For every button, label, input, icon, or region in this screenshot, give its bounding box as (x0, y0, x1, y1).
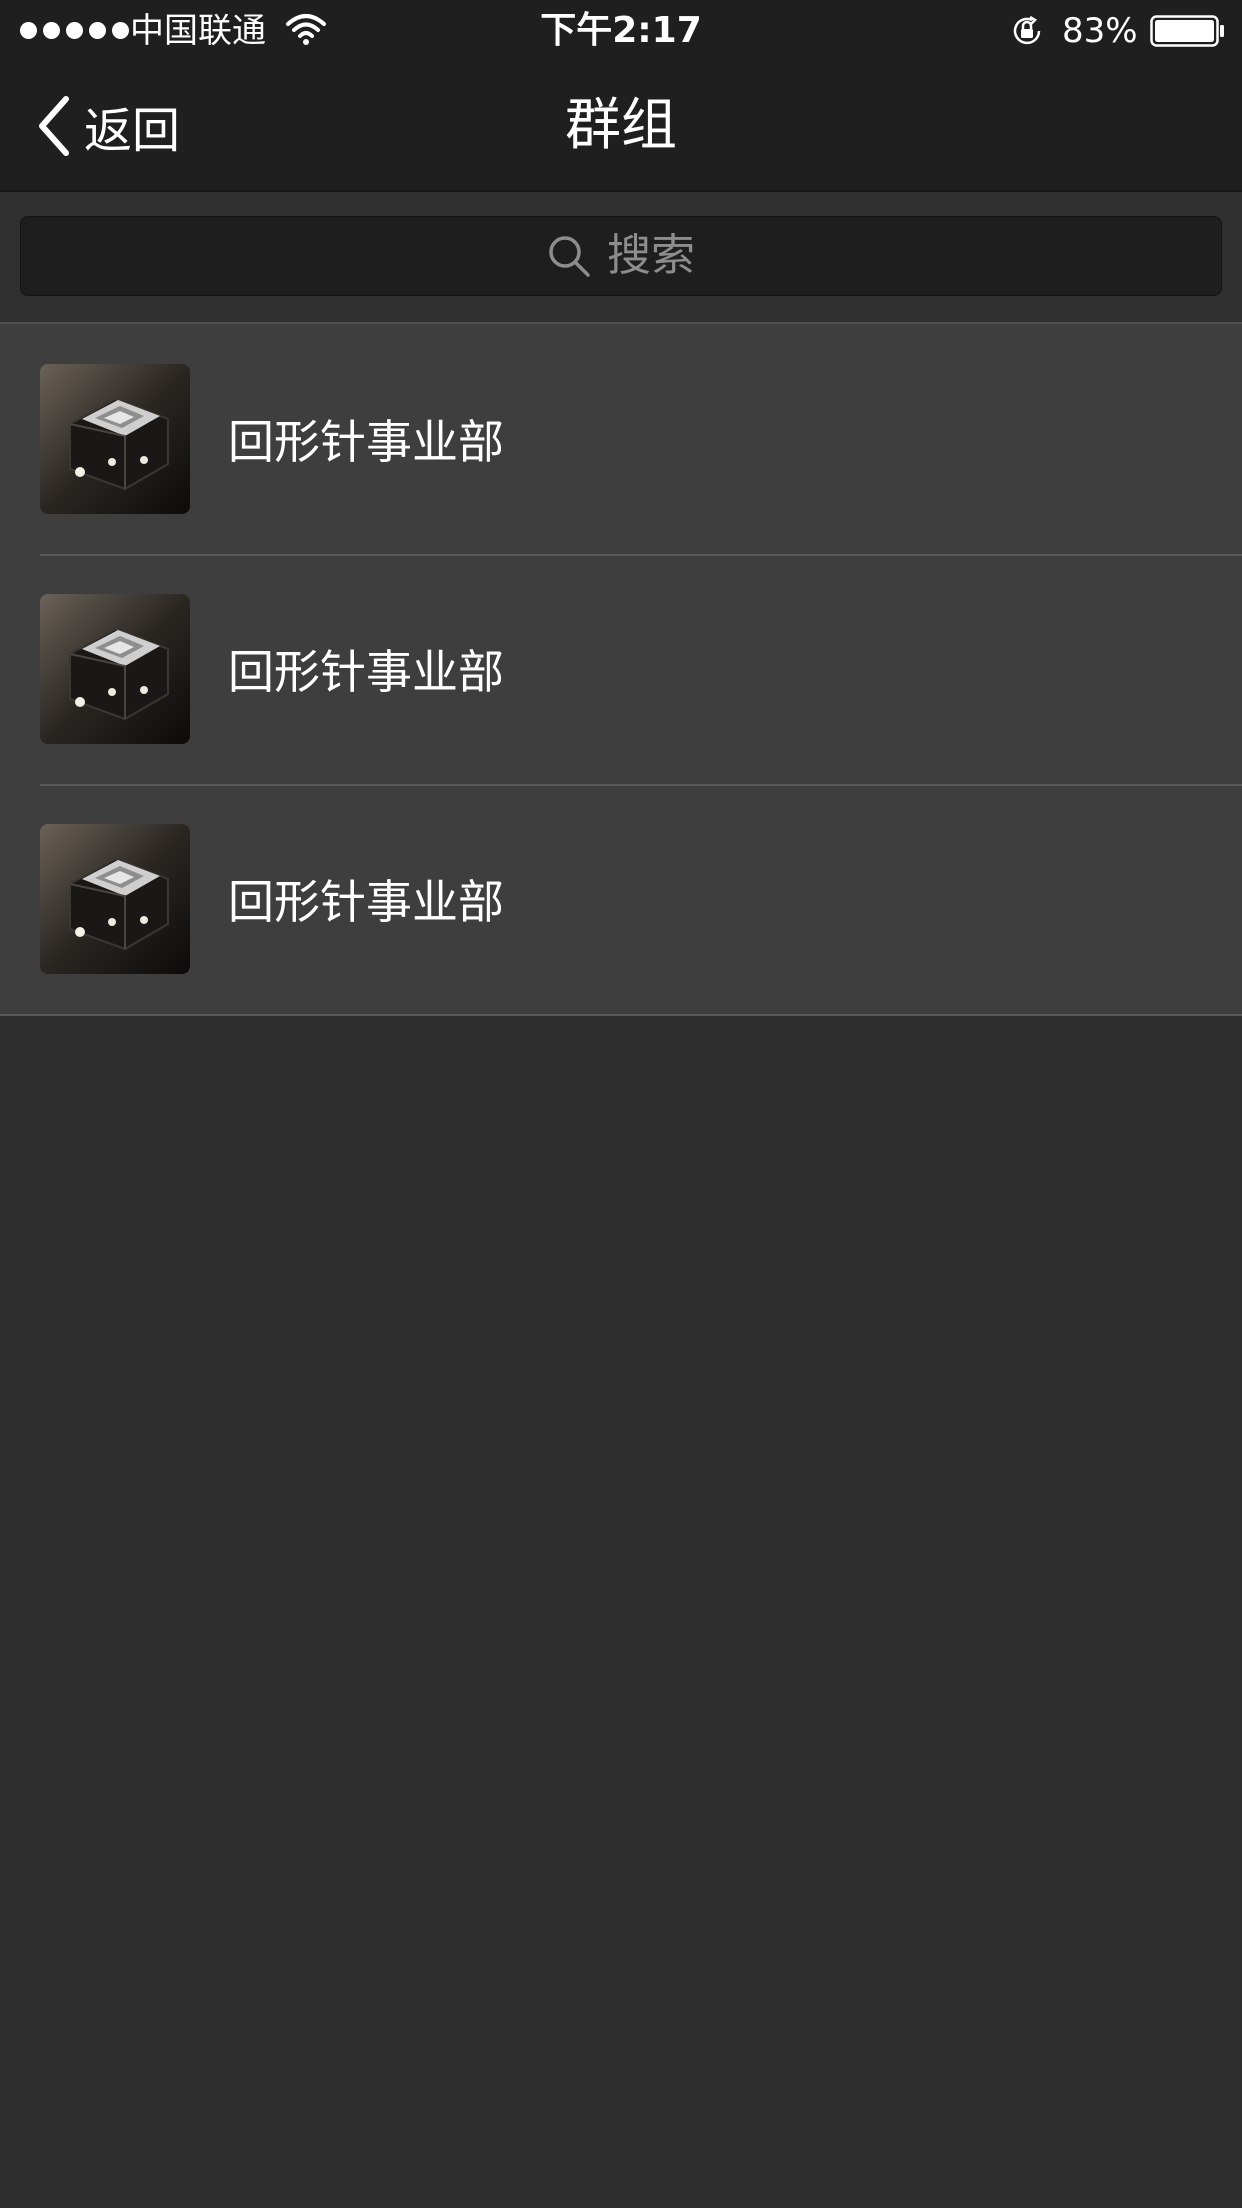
nav-bar: 返回 群组 (0, 62, 1242, 192)
list-item[interactable]: 回形针事业部 (0, 324, 1242, 554)
battery-icon (1150, 15, 1224, 47)
search-placeholder: 搜索 (607, 230, 695, 281)
back-button[interactable]: 返回 (34, 90, 180, 162)
list-item[interactable]: 回形针事业部 (0, 554, 1242, 784)
group-avatar (40, 824, 190, 974)
screen: 中国联通 下午2:17 83% 返回 群组 搜索 回形针事业部 回形针事业部 回… (0, 0, 1242, 2208)
battery-percent: 83% (1062, 11, 1138, 51)
group-avatar (40, 364, 190, 514)
search-input[interactable]: 搜索 (20, 216, 1222, 296)
list-item[interactable]: 回形针事业部 (0, 784, 1242, 1014)
group-list: 回形针事业部 回形针事业部 回形针事业部 (0, 324, 1242, 1016)
search-icon (549, 236, 590, 277)
group-name: 回形针事业部 (228, 645, 504, 699)
group-name: 回形针事业部 (228, 415, 504, 469)
status-time: 下午2:17 (540, 10, 702, 51)
chevron-left-icon (39, 96, 69, 156)
rotation-lock-icon (1013, 15, 1041, 45)
search-bar: 搜索 (0, 192, 1242, 324)
page-title: 群组 (565, 93, 677, 158)
group-name: 回形针事业部 (228, 875, 504, 929)
group-avatar (40, 594, 190, 744)
back-label: 返回 (84, 103, 181, 159)
status-bar: 中国联通 下午2:17 83% (0, 0, 1242, 62)
